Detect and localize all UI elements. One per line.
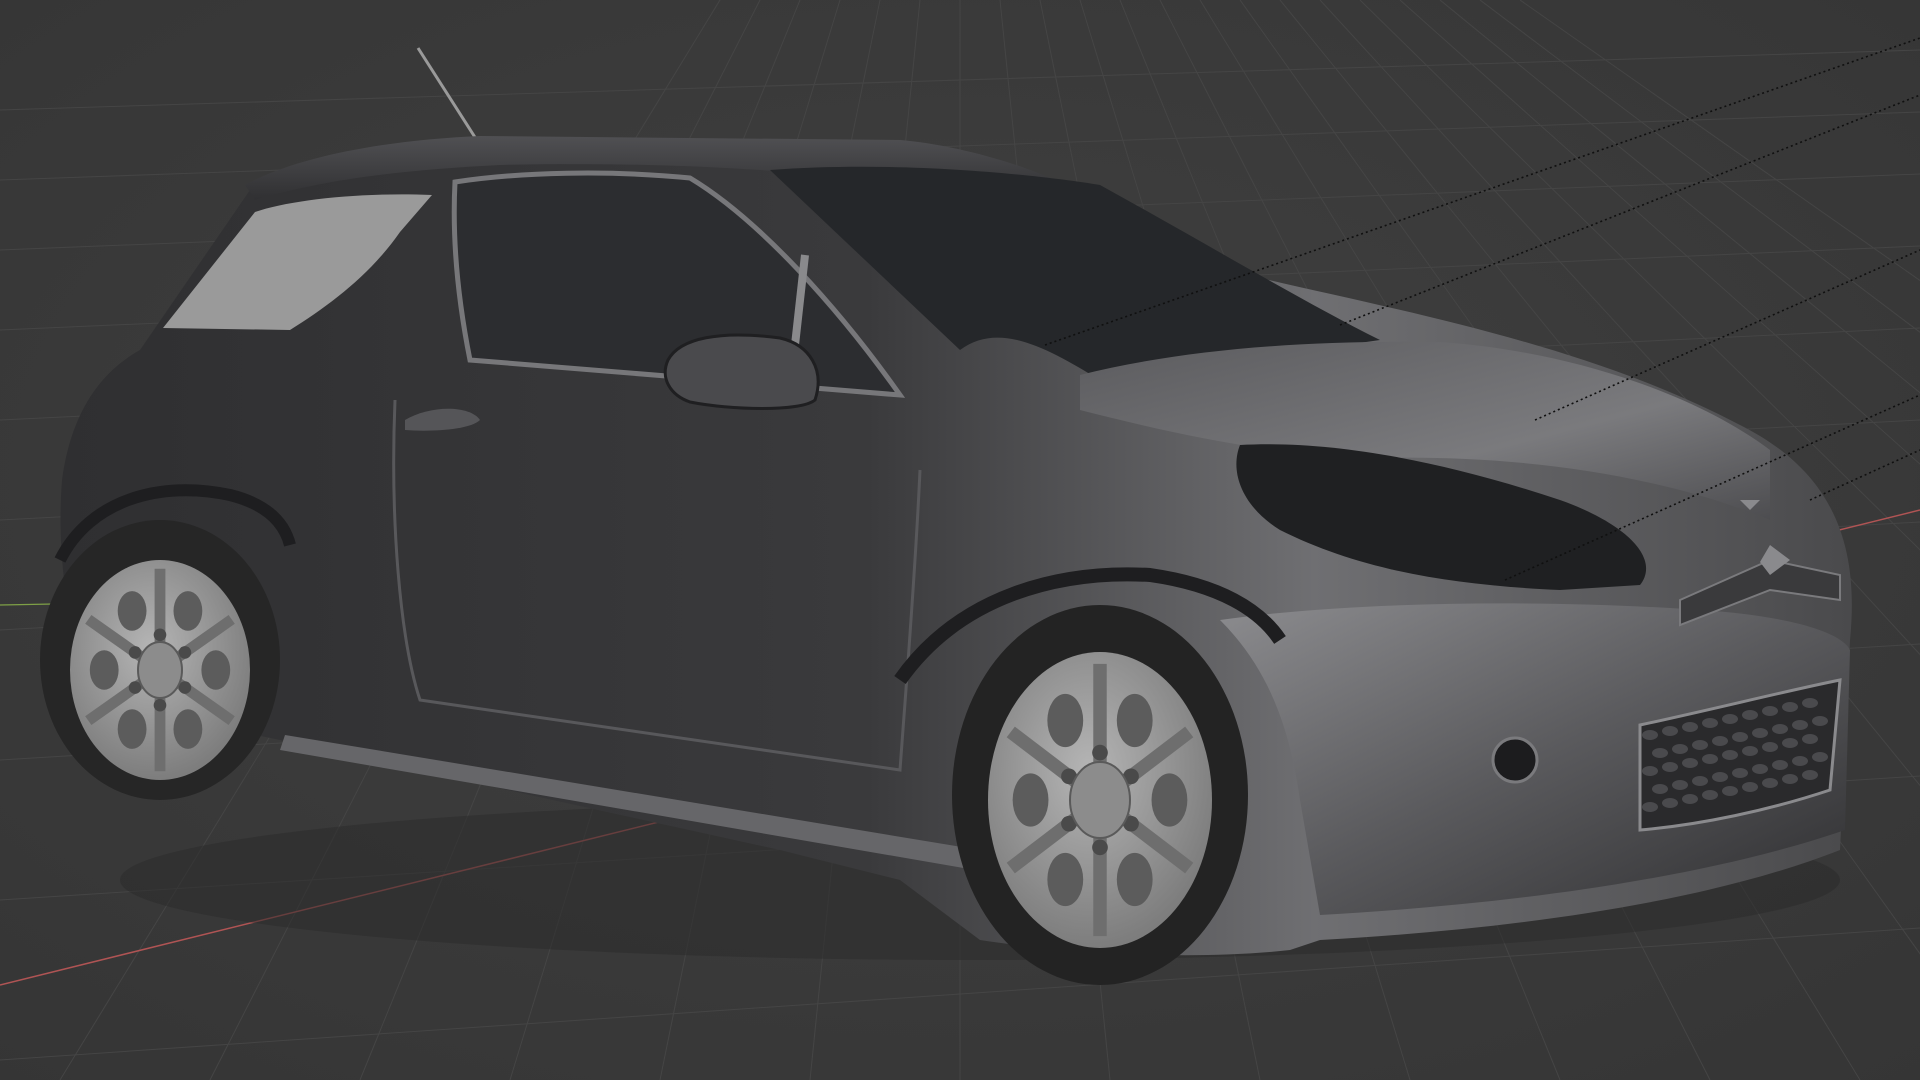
grille-hole	[1742, 746, 1758, 756]
lug-nut	[1092, 744, 1108, 761]
grille-hole	[1802, 770, 1818, 780]
3d-viewport[interactable]	[0, 0, 1920, 1080]
grille-hole	[1682, 722, 1698, 732]
grille-hole	[1682, 794, 1698, 804]
grille-hole	[1812, 716, 1828, 726]
grille-hole	[1802, 734, 1818, 744]
grille-hole	[1662, 726, 1678, 736]
grille-hole	[1692, 776, 1708, 786]
front-wheel	[952, 605, 1248, 985]
rim-opening	[173, 591, 203, 631]
grille-hole	[1812, 752, 1828, 762]
grille-hole	[1762, 742, 1778, 752]
rim-opening	[1116, 852, 1153, 907]
grille-hole	[1762, 706, 1778, 716]
rim-opening	[117, 709, 147, 749]
grille-hole	[1752, 728, 1768, 738]
grille-hole	[1722, 786, 1738, 796]
front-hub	[1069, 761, 1131, 839]
lug-nut	[1092, 839, 1108, 856]
grille-hole	[1742, 782, 1758, 792]
rim-opening	[1116, 693, 1153, 748]
grille-hole	[1782, 738, 1798, 748]
rim-opening	[1012, 773, 1049, 827]
grille-hole	[1742, 710, 1758, 720]
grille-hole	[1782, 774, 1798, 784]
grille-hole	[1692, 740, 1708, 750]
grille-hole	[1762, 778, 1778, 788]
grille-hole	[1792, 756, 1808, 766]
grille-hole	[1642, 730, 1658, 740]
grille-hole	[1802, 698, 1818, 708]
grille-hole	[1772, 760, 1788, 770]
rear-wheel	[40, 520, 280, 800]
fog-light	[1491, 736, 1539, 784]
side-mirror	[663, 333, 820, 410]
grille-hole	[1722, 714, 1738, 724]
grille-hole	[1712, 736, 1728, 746]
rim-opening	[1047, 852, 1084, 907]
grille-hole	[1702, 754, 1718, 764]
grille-hole	[1672, 744, 1688, 754]
lug-nut	[153, 628, 167, 642]
lug-nut	[153, 698, 167, 712]
viewport-canvas[interactable]	[0, 0, 1920, 1080]
rim-opening	[89, 650, 119, 690]
grille-hole	[1732, 732, 1748, 742]
grille-hole	[1772, 724, 1788, 734]
grille-hole	[1712, 772, 1728, 782]
grille-hole	[1792, 720, 1808, 730]
grille-hole	[1642, 802, 1658, 812]
grille-hole	[1702, 790, 1718, 800]
rim-opening	[1151, 773, 1188, 827]
rear-hub	[137, 641, 183, 699]
rim-opening	[201, 650, 231, 690]
grille-hole	[1672, 780, 1688, 790]
rim-opening	[117, 591, 147, 631]
grille-hole	[1682, 758, 1698, 768]
grille-hole	[1782, 702, 1798, 712]
grille-hole	[1662, 798, 1678, 808]
grille-hole	[1752, 764, 1768, 774]
grille-hole	[1652, 748, 1668, 758]
grille-hole	[1652, 784, 1668, 794]
grille-hole	[1642, 766, 1658, 776]
rim-opening	[173, 709, 203, 749]
grille-hole	[1702, 718, 1718, 728]
grille-hole	[1662, 762, 1678, 772]
grille-hole	[1722, 750, 1738, 760]
rim-opening	[1047, 693, 1084, 748]
grille-hole	[1732, 768, 1748, 778]
